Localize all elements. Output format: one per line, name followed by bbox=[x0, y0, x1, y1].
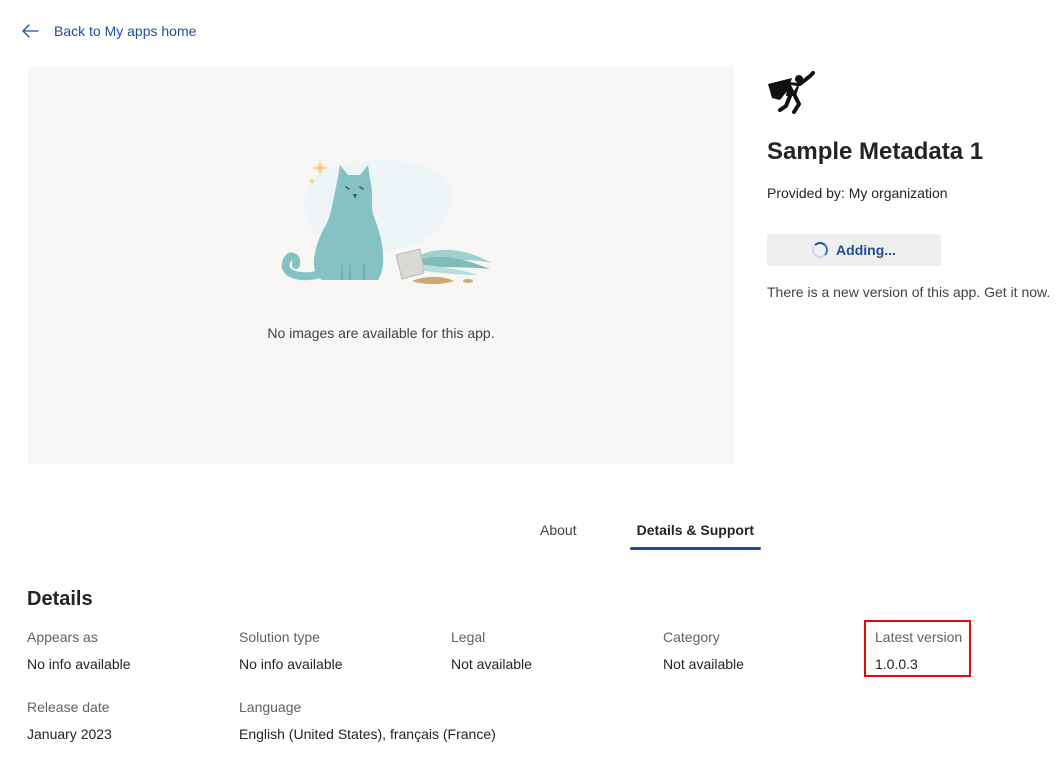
back-link-label: Back to My apps home bbox=[54, 23, 197, 39]
detail-release-date: Release date January 2023 bbox=[27, 697, 112, 744]
detail-legal: Legal Not available bbox=[451, 627, 532, 674]
details-heading: Details bbox=[27, 588, 93, 610]
app-provider: Provided by: My organization bbox=[767, 185, 948, 201]
detail-appears-as: Appears as No info available bbox=[27, 627, 131, 674]
app-tabs: About Details & Support bbox=[530, 514, 762, 550]
detail-value: January 2023 bbox=[27, 726, 112, 742]
detail-value: No info available bbox=[27, 656, 131, 672]
detail-value: English (United States), français (Franc… bbox=[239, 726, 496, 742]
detail-value: Not available bbox=[663, 656, 744, 672]
detail-category: Category Not available bbox=[663, 627, 744, 674]
detail-label: Legal bbox=[451, 629, 486, 645]
detail-label: Solution type bbox=[239, 629, 320, 645]
arrow-left-icon bbox=[22, 24, 39, 38]
superhero-icon bbox=[768, 71, 815, 114]
loading-spinner-icon bbox=[812, 242, 829, 258]
detail-value: Not available bbox=[451, 656, 532, 672]
app-image-preview: No images are available for this app. bbox=[28, 67, 734, 464]
new-version-notice: There is a new version of this app. Get … bbox=[767, 284, 1051, 300]
detail-language: Language English (United States), frança… bbox=[239, 697, 496, 744]
app-title: Sample Metadata 1 bbox=[767, 138, 984, 165]
detail-label: Appears as bbox=[27, 629, 98, 645]
tab-about[interactable]: About bbox=[530, 514, 587, 550]
back-to-my-apps-link[interactable]: Back to My apps home bbox=[22, 20, 196, 42]
empty-state-cat-illustration bbox=[281, 160, 492, 284]
detail-label: Category bbox=[663, 629, 720, 645]
detail-solution-type: Solution type No info available bbox=[239, 627, 343, 674]
tab-details-support[interactable]: Details & Support bbox=[629, 514, 762, 550]
no-images-message: No images are available for this app. bbox=[267, 325, 495, 341]
detail-label: Language bbox=[239, 699, 302, 715]
detail-label: Release date bbox=[27, 699, 110, 715]
add-button-label: Adding... bbox=[836, 242, 896, 258]
add-app-button[interactable]: Adding... bbox=[767, 234, 941, 266]
latest-version-highlight bbox=[864, 620, 971, 677]
detail-value: No info available bbox=[239, 656, 343, 672]
